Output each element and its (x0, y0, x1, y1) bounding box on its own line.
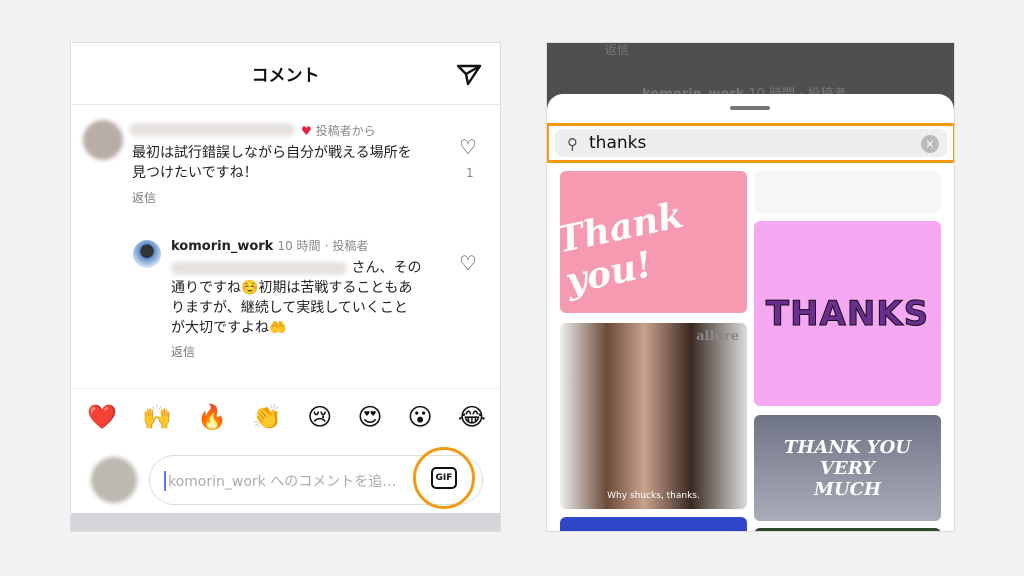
gif-thanks[interactable]: THANKS (754, 221, 941, 406)
my-avatar (91, 457, 137, 503)
clear-icon[interactable]: ✕ (921, 135, 939, 153)
header: コメント (71, 43, 500, 105)
like-heart-icon[interactable]: ♡ (459, 135, 477, 159)
gif-tile[interactable] (560, 517, 747, 531)
gif-tile[interactable] (754, 528, 941, 531)
search-icon: ⚲ (567, 135, 578, 153)
emoji-raised-hands[interactable]: 🙌 (142, 403, 172, 431)
author-badge: 投稿者から (315, 124, 376, 138)
avatar-komorin[interactable] (133, 240, 161, 268)
emoji-cry[interactable]: 😢 (307, 403, 332, 431)
emoji-joy[interactable]: 😂 (458, 403, 486, 431)
highlight-ring (413, 447, 475, 509)
gif-search: ⚲ thanks ✕ (547, 123, 954, 163)
drag-handle[interactable] (730, 106, 770, 110)
home-indicator-bar (71, 513, 500, 531)
page-title: コメント (251, 66, 320, 86)
like-heart-icon[interactable]: ♡ (459, 251, 477, 275)
reply-text: さん、その 通りですね☺️初期は苦戦することもあ りますが、継続して実践していくこ… (171, 260, 422, 336)
gif-tile[interactable] (754, 171, 941, 213)
emoji-heart[interactable]: ❤️ (87, 403, 117, 431)
heart-icon: ♥ (301, 124, 312, 138)
reply-button[interactable]: 返信 (132, 189, 156, 206)
comments-panel: コメント ♥ 投稿者から 最初は試行錯誤しながら自分が戦える場所を 見つけたいです… (70, 42, 501, 532)
emoji-fire[interactable]: 🔥 (197, 403, 227, 431)
gif-allure[interactable]: allure Why shucks, thanks. (560, 323, 747, 509)
avatar[interactable] (83, 120, 123, 160)
comment-text: 最初は試行錯誤しながら自分が戦える場所を 見つけたいですね！ (132, 145, 412, 181)
reply-button[interactable]: 返信 (171, 343, 195, 360)
send-icon[interactable] (456, 63, 482, 87)
gif-picker-panel: 返信 komorin_work 10 時間 · 投稿者 ⚲ thanks ✕ T… (546, 42, 955, 532)
like-count: 1 (466, 166, 474, 180)
emoji-bar: ❤️ 🙌 🔥 👏 😢 😍 😮 😂 (87, 403, 486, 431)
emoji-heart-eyes[interactable]: 😍 (357, 403, 382, 431)
gif-sheet: ⚲ thanks ✕ Thank you! allure Why shucks,… (547, 94, 954, 531)
emoji-clap[interactable]: 👏 (252, 403, 282, 431)
search-input[interactable]: thanks (589, 133, 646, 153)
gif-thank-you-very-much[interactable]: THANK YOU VERY MUCH (754, 415, 941, 521)
username-blurred (129, 123, 295, 136)
emoji-surprised[interactable]: 😮 (408, 403, 433, 431)
username[interactable]: komorin_work (171, 239, 273, 254)
gif-thank-you[interactable]: Thank you! (560, 171, 747, 313)
